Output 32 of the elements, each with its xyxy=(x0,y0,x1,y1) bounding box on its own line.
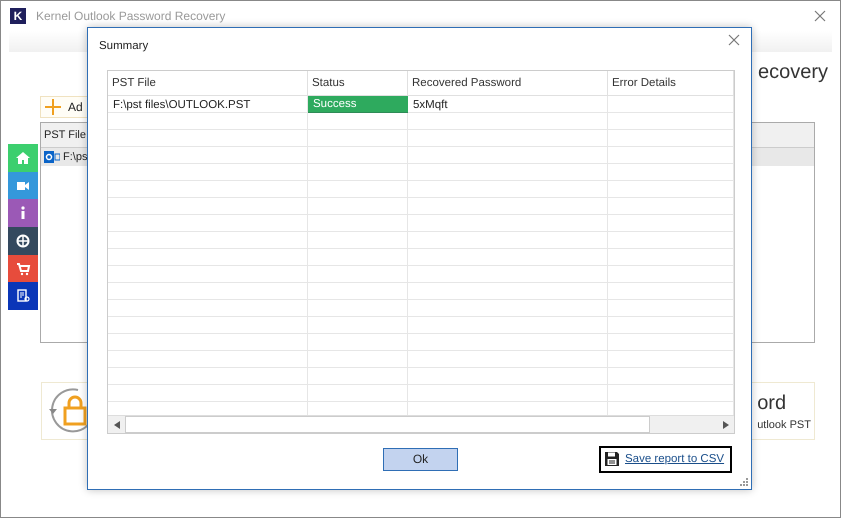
column-header[interactable]: Error Details xyxy=(608,71,734,95)
file-name: F:\ps xyxy=(63,151,88,163)
close-icon[interactable] xyxy=(728,34,740,46)
column-header[interactable]: PST File xyxy=(108,71,308,95)
column-header[interactable]: Recovered Password xyxy=(408,71,608,95)
lifebuoy-icon xyxy=(15,232,31,249)
cart-icon xyxy=(15,260,31,277)
certificate-icon xyxy=(15,288,31,304)
info-subtitle: utlook PST xyxy=(757,418,811,430)
scroll-right-icon[interactable] xyxy=(722,420,728,428)
resize-grip[interactable] xyxy=(740,478,748,486)
sidebar-button[interactable] xyxy=(8,227,38,255)
sidebar-button[interactable] xyxy=(8,199,38,228)
scroll-left-icon[interactable] xyxy=(114,420,120,428)
status-cell: Success xyxy=(308,96,408,113)
sidebar-button[interactable] xyxy=(8,254,38,282)
plus-icon xyxy=(45,99,61,115)
info-title: ord xyxy=(757,392,788,414)
outlook-icon xyxy=(44,151,60,163)
sidebar-button[interactable] xyxy=(8,282,38,310)
close-icon[interactable] xyxy=(814,10,826,22)
column-header[interactable]: Status xyxy=(308,71,408,95)
window-title: Kernel Outlook Password Recovery xyxy=(36,8,226,22)
app-heading: ecovery xyxy=(758,60,828,84)
table-cell: 5xMqft xyxy=(413,98,448,110)
ok-button[interactable]: Ok xyxy=(383,448,458,470)
horizontal-scrollbar[interactable] xyxy=(108,415,734,433)
save-report-link[interactable]: Save report to CSV xyxy=(599,446,732,472)
home-icon xyxy=(15,150,31,166)
app-logo: K xyxy=(10,8,26,24)
dialog-title: Summary xyxy=(99,40,148,54)
table-cell: F:\pst files\OUTLOOK.PST xyxy=(113,98,250,110)
